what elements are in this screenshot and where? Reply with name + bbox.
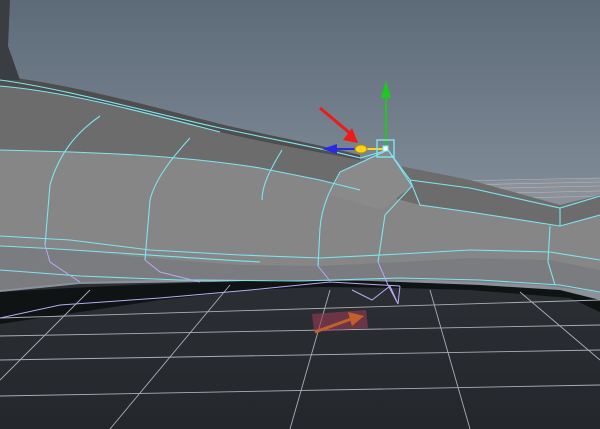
- selected-vertex[interactable]: [382, 145, 389, 152]
- 3d-viewport[interactable]: [0, 0, 600, 429]
- gizmo-x-handle[interactable]: [354, 144, 368, 154]
